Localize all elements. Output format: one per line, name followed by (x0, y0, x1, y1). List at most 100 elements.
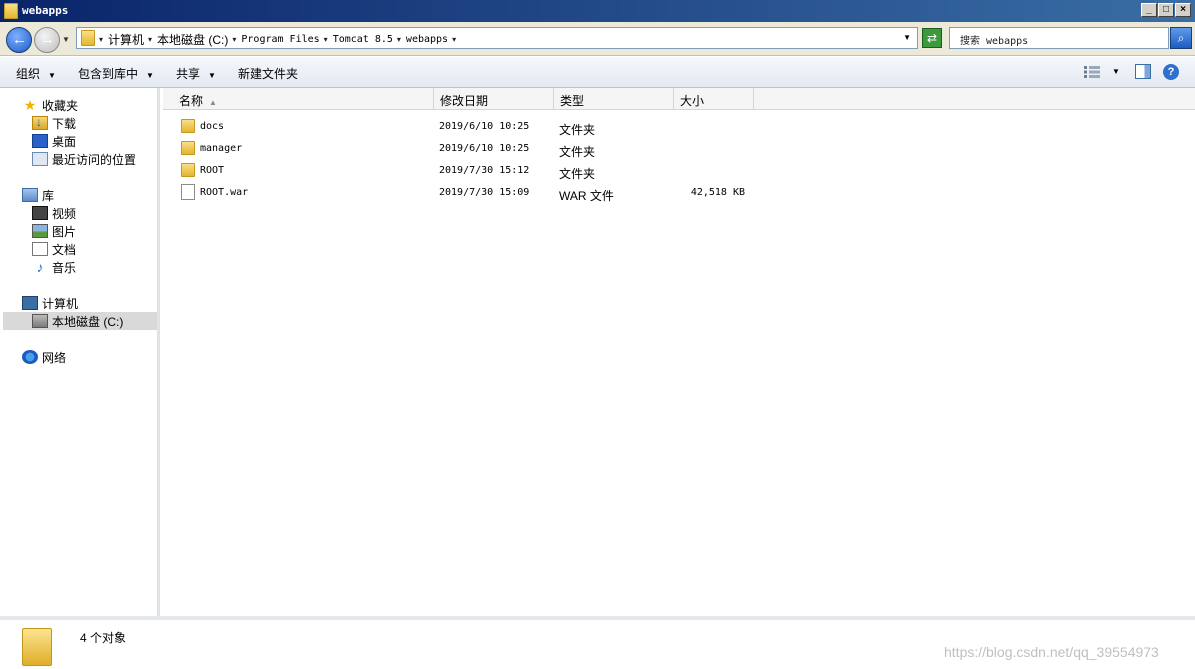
nav-item-local-disk[interactable]: 本地磁盘 (C:) (3, 312, 157, 330)
breadcrumb-item-computer[interactable]: 计算机 (108, 31, 144, 48)
file-type: 文件夹 (559, 123, 596, 137)
video-icon (32, 206, 48, 220)
nav-item-network[interactable]: 网络 (22, 348, 66, 366)
file-modified: 2019/7/30 15:09 (439, 187, 530, 198)
column-header-label: 类型 (560, 94, 585, 108)
organize-button[interactable]: 组织 ▼ (16, 65, 56, 82)
nav-item-music[interactable]: ♪ 音乐 (32, 258, 77, 276)
preview-pane-icon[interactable] (1135, 64, 1151, 79)
nav-item-libraries[interactable]: 库 (22, 186, 54, 204)
column-header-label: 大小 (680, 94, 705, 108)
hard-drive-icon (32, 314, 48, 328)
document-icon (32, 242, 48, 256)
file-modified: 2019/7/30 15:12 (439, 165, 530, 176)
chevron-down-icon[interactable]: ▾ (232, 35, 236, 44)
nav-label: 视频 (52, 206, 77, 221)
nav-label: 计算机 (42, 296, 79, 311)
file-type: 文件夹 (559, 167, 596, 181)
file-row[interactable]: ROOT 2019/7/30 15:12 文件夹 (163, 160, 1195, 182)
include-in-library-label: 包含到库中 (78, 67, 139, 81)
folder-icon (4, 3, 18, 19)
file-row[interactable]: docs 2019/6/10 10:25 文件夹 (163, 116, 1195, 138)
music-icon: ♪ (36, 259, 44, 275)
view-options-icon[interactable] (1084, 66, 1100, 78)
title-bar[interactable]: webapps _ □ × (0, 0, 1195, 22)
folder-icon (81, 30, 95, 46)
nav-label: 网络 (42, 350, 67, 365)
new-folder-button[interactable]: 新建文件夹 (238, 65, 298, 82)
nav-item-downloads[interactable]: 下载 (32, 114, 76, 132)
nav-item-documents[interactable]: 文档 (32, 240, 76, 258)
nav-label: 最近访问的位置 (52, 152, 137, 167)
address-bar-area: ← → ▼ ▾ 计算机 ▾ 本地磁盘 (C:) ▾ Program Files … (0, 22, 1195, 56)
file-name: ROOT.war (200, 187, 249, 198)
column-header-name[interactable]: 名称 ▲ (173, 88, 434, 110)
column-headers: 名称 ▲ 修改日期 类型 大小 (163, 88, 1195, 110)
column-header-type[interactable]: 类型 (554, 88, 674, 110)
share-button[interactable]: 共享 ▼ (176, 65, 216, 82)
refresh-icon: ⇄ (926, 31, 938, 45)
recent-places-icon (32, 152, 48, 166)
folder-icon (181, 119, 195, 133)
column-header-size[interactable]: 大小 (674, 88, 754, 110)
file-row[interactable]: manager 2019/6/10 10:25 文件夹 (163, 138, 1195, 160)
chevron-down-icon: ▼ (48, 71, 56, 80)
sort-ascending-icon: ▲ (209, 98, 217, 107)
forward-button[interactable]: → (34, 27, 60, 53)
nav-item-recent[interactable]: 最近访问的位置 (32, 150, 136, 168)
breadcrumb: ▾ 计算机 ▾ 本地磁盘 (C:) ▾ Program Files ▾ Tomc… (99, 31, 461, 48)
chevron-down-icon[interactable]: ▾ (452, 35, 456, 44)
file-icon (181, 184, 195, 200)
breadcrumb-item-program-files[interactable]: Program Files (241, 34, 319, 45)
nav-label: 本地磁盘 (C:) (52, 314, 124, 329)
file-list[interactable]: 名称 ▲ 修改日期 类型 大小 docs 2019/6/10 10:25 文件夹 … (163, 88, 1195, 616)
nav-item-computer[interactable]: 计算机 (22, 294, 78, 312)
nav-item-videos[interactable]: 视频 (32, 204, 76, 222)
command-bar: 组织 ▼ 包含到库中 ▼ 共享 ▼ 新建文件夹 ▼ ? (0, 57, 1195, 88)
maximize-button[interactable]: □ (1158, 3, 1174, 17)
refresh-button[interactable]: ⇄ (922, 28, 942, 48)
breadcrumb-item-tomcat[interactable]: Tomcat 8.5 (333, 34, 393, 45)
address-dropdown-icon[interactable]: ▼ (903, 33, 911, 42)
chevron-down-icon[interactable]: ▾ (324, 35, 328, 44)
back-button[interactable]: ← (6, 27, 32, 53)
column-header-label: 修改日期 (440, 94, 489, 108)
include-in-library-button[interactable]: 包含到库中 ▼ (78, 65, 154, 82)
breadcrumb-item-webapps[interactable]: webapps (406, 34, 448, 45)
nav-label: 收藏夹 (42, 98, 79, 113)
chevron-down-icon: ▼ (146, 71, 154, 80)
chevron-down-icon[interactable]: ▾ (397, 35, 401, 44)
nav-item-desktop[interactable]: 桌面 (32, 132, 76, 150)
search-input[interactable]: 搜索 webapps (949, 27, 1169, 49)
address-input[interactable]: ▾ 计算机 ▾ 本地磁盘 (C:) ▾ Program Files ▾ Tomc… (76, 27, 918, 49)
file-modified: 2019/6/10 10:25 (439, 143, 530, 154)
details-pane: 4 个对象 https://blog.csdn.net/qq_39554973 (0, 616, 1195, 669)
search-button[interactable]: ⌕ (1170, 27, 1192, 49)
minimize-button[interactable]: _ (1141, 3, 1157, 17)
organize-label: 组织 (16, 67, 41, 81)
history-dropdown-icon[interactable]: ▼ (62, 35, 70, 44)
file-name: docs (200, 121, 225, 132)
computer-icon (22, 296, 38, 310)
nav-label: 文档 (52, 242, 77, 257)
close-button[interactable]: × (1175, 3, 1191, 17)
star-icon: ★ (23, 97, 37, 113)
chevron-down-icon[interactable]: ▾ (148, 35, 152, 44)
file-size: 42,518 KB (690, 187, 745, 198)
nav-item-favorites[interactable]: ★ 收藏夹 (22, 96, 78, 114)
file-modified: 2019/6/10 10:25 (439, 121, 530, 132)
chevron-down-icon[interactable]: ▼ (1112, 67, 1120, 76)
search-icon: ⌕ (1177, 31, 1185, 45)
nav-item-pictures[interactable]: 图片 (32, 222, 76, 240)
file-name: ROOT (200, 165, 225, 176)
chevron-down-icon[interactable]: ▾ (99, 35, 103, 44)
column-header-modified[interactable]: 修改日期 (434, 88, 554, 110)
navigation-pane[interactable]: ★ 收藏夹 下载 桌面 最近访问的位置 库 视频 图片 文档 ♪ 音乐 计算机 本地… (0, 88, 160, 616)
new-folder-label: 新建文件夹 (238, 67, 299, 81)
downloads-icon (32, 115, 48, 130)
breadcrumb-item-local-disk[interactable]: 本地磁盘 (C:) (157, 31, 228, 48)
picture-icon (32, 224, 48, 238)
help-icon[interactable]: ? (1163, 64, 1179, 80)
library-icon (22, 188, 38, 202)
file-row[interactable]: ROOT.war 2019/7/30 15:09 WAR 文件 42,518 K… (163, 182, 1195, 204)
